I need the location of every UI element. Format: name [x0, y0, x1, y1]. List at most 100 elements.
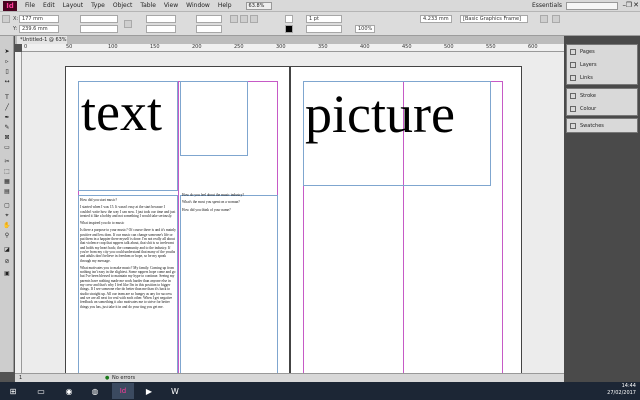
object-style-field[interactable]: [Basic Graphics Frame]	[460, 15, 528, 23]
pencil-tool-icon[interactable]: ✎	[2, 124, 12, 132]
system-clock[interactable]: 14:44 27/02/2017	[607, 383, 636, 397]
zoom-select[interactable]: 63.8%	[245, 1, 272, 10]
line-tool-icon[interactable]: ╱	[2, 104, 12, 112]
hand-tool-icon[interactable]: ✋	[2, 222, 12, 230]
panel-swatches[interactable]: Swatches	[567, 119, 637, 132]
paragraph: How did you start music?	[80, 198, 117, 202]
vertical-ruler[interactable]	[15, 52, 22, 373]
page-tool-icon[interactable]: ▯	[2, 68, 12, 76]
gradient-tool-icon[interactable]: ▦	[2, 178, 12, 186]
menu-window[interactable]: Window	[182, 0, 214, 12]
apply-none-icon[interactable]: ⊘	[2, 258, 12, 266]
left-page[interactable]: text How did you start music? I started …	[65, 66, 290, 373]
stroke-swatch-icon[interactable]	[285, 25, 293, 33]
scale-x-field[interactable]	[146, 15, 176, 23]
stroke-weight-field[interactable]: 1 pt	[306, 15, 342, 23]
height-field[interactable]	[80, 25, 118, 33]
paragraph: What inspired you do to music	[80, 221, 125, 226]
constrain-proportions-icon[interactable]	[124, 20, 132, 28]
gradient-feather-tool-icon[interactable]: ▤	[2, 188, 12, 196]
panel-stroke[interactable]: Stroke	[567, 89, 637, 102]
menu-table[interactable]: Table	[136, 0, 160, 12]
menu-bar: Id File Edit Layout Type Object Table Vi…	[0, 0, 640, 12]
preflight-status[interactable]: No errors	[112, 375, 135, 381]
eyedropper-tool-icon[interactable]: ⌖	[2, 212, 12, 220]
panel-label: Colour	[580, 105, 597, 112]
horizontal-ruler[interactable]: 0 50 100 150 200 250 300 350 400 450 500…	[22, 44, 564, 52]
note-tool-icon[interactable]: ▢	[2, 202, 12, 210]
menu-help[interactable]: Help	[214, 0, 236, 12]
close-icon[interactable]: ✕	[633, 1, 639, 9]
menu-object[interactable]: Object	[109, 0, 137, 12]
fill-stroke-icon[interactable]: ◪	[2, 246, 12, 254]
scissors-tool-icon[interactable]: ✂	[2, 158, 12, 166]
headline-picture[interactable]: picture	[305, 87, 455, 141]
zoom-tool-icon[interactable]: ⚲	[2, 232, 12, 240]
start-button[interactable]: ⊞	[2, 383, 24, 399]
screen-mode-icon[interactable]: ▣	[2, 270, 12, 278]
type-tool-icon[interactable]: T	[2, 94, 12, 102]
shear-field[interactable]	[196, 25, 222, 33]
panel-label: Stroke	[580, 92, 596, 99]
panel-group-pages: Pages Layers Links	[566, 44, 638, 85]
stroke-type-field[interactable]	[306, 25, 342, 33]
free-transform-tool-icon[interactable]: ⬚	[2, 168, 12, 176]
rectangle-tool-icon[interactable]: ▭	[2, 144, 12, 152]
menu-file[interactable]: File	[21, 0, 39, 12]
select-container-icon[interactable]	[250, 15, 258, 23]
menu-edit[interactable]: Edit	[39, 0, 59, 12]
indesign-taskbar-icon[interactable]: Id	[112, 383, 134, 399]
panel-pages[interactable]: Pages	[567, 45, 637, 58]
rotate-icon[interactable]	[230, 15, 238, 23]
ruler-mark: 250	[234, 44, 244, 50]
fill-swatch-icon[interactable]	[285, 15, 293, 23]
reference-point-icon[interactable]	[2, 15, 10, 23]
selection-tool-icon[interactable]: ➤	[2, 48, 12, 56]
menu-layout[interactable]: Layout	[59, 0, 87, 12]
media-player-icon[interactable]: ▶	[138, 383, 160, 399]
menu-view[interactable]: View	[160, 0, 182, 12]
rectangle-frame-tool-icon[interactable]: ⊠	[2, 134, 12, 142]
body-column-1[interactable]: How did you start music? I started when …	[80, 198, 176, 373]
scale-y-field[interactable]	[146, 25, 176, 33]
width-field[interactable]	[80, 15, 118, 23]
page-number[interactable]: 1	[19, 375, 22, 381]
direct-selection-tool-icon[interactable]: ▹	[2, 58, 12, 66]
colour-icon	[570, 105, 576, 112]
restore-icon[interactable]: ❐	[626, 1, 632, 9]
workspace-switcher[interactable]: Essentials	[532, 2, 562, 9]
document-tab-bar: *Untitled-1 @ 63%	[15, 36, 564, 44]
body-column-2[interactable]: How do you feel about the music industry…	[182, 193, 276, 253]
fitting-icon[interactable]	[540, 15, 548, 23]
auto-fit-icon[interactable]	[552, 15, 560, 23]
document-tab[interactable]: *Untitled-1 @ 63%	[17, 36, 67, 44]
flip-icon[interactable]	[240, 15, 248, 23]
right-page[interactable]: picture	[290, 66, 522, 373]
empty-frame[interactable]	[180, 81, 248, 156]
pasteboard[interactable]: text How did you start music? I started …	[22, 52, 564, 373]
x-field[interactable]: 177 mm	[19, 15, 59, 23]
opacity-field[interactable]: 100%	[355, 25, 375, 33]
firefox-icon[interactable]: ◍	[84, 383, 106, 399]
ruler-mark: 550	[486, 44, 496, 50]
control-panel: X: 177 mm Y: 239.6 mm 1 pt 100% 4.233 mm…	[0, 12, 640, 36]
panel-links[interactable]: Links	[567, 71, 637, 84]
help-search-input[interactable]	[566, 2, 618, 10]
panel-dock: Pages Layers Links Stroke Colour Swatche…	[564, 36, 640, 382]
pen-tool-icon[interactable]: ✒	[2, 114, 12, 122]
headline-text[interactable]: text	[81, 85, 162, 139]
file-explorer-icon[interactable]: ▭	[30, 383, 52, 399]
menu-type[interactable]: Type	[87, 0, 109, 12]
ruler-mark: 450	[402, 44, 412, 50]
dimension-field[interactable]: 4.233 mm	[420, 15, 452, 23]
y-field[interactable]: 239.6 mm	[19, 25, 59, 33]
preflight-ok-icon: ●	[105, 375, 110, 381]
panel-colour[interactable]: Colour	[567, 102, 637, 115]
paragraph: How do you feel about the music industry…	[182, 193, 244, 197]
chrome-icon[interactable]: ◉	[58, 383, 80, 399]
panel-layers[interactable]: Layers	[567, 58, 637, 71]
gap-tool-icon[interactable]: ↔	[2, 78, 12, 86]
clock-time: 14:44	[621, 383, 636, 389]
word-icon[interactable]: W	[164, 383, 186, 399]
rotate-field[interactable]	[196, 15, 222, 23]
